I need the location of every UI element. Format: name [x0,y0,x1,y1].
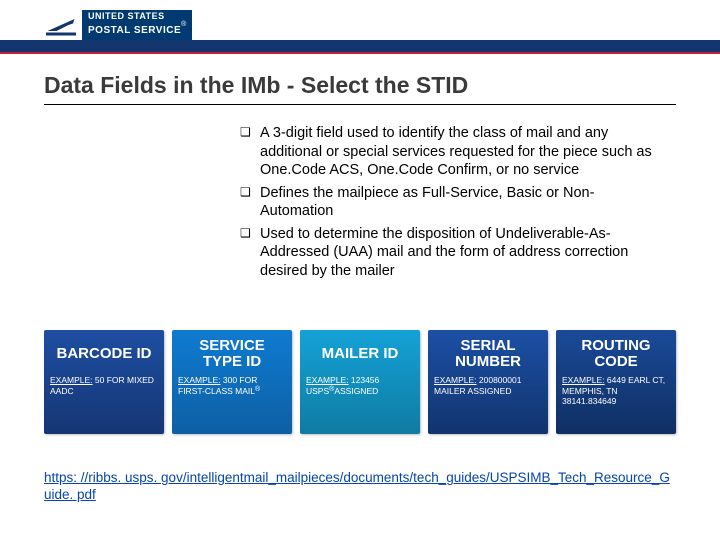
card-title: ROUTING CODE [562,336,670,371]
card-title: SERVICE TYPE ID [178,336,286,371]
card-example: EXAMPLE: 123456 USPS®ASSIGNED [306,375,414,396]
header: UNITED STATES POSTAL SERVICE® [0,0,720,48]
card-title: BARCODE ID [50,336,158,371]
page-title: Data Fields in the IMb - Select the STID [44,72,676,99]
registered-icon: ® [181,21,186,28]
usps-logo: UNITED STATES POSTAL SERVICE® [46,10,192,40]
slide: UNITED STATES POSTAL SERVICE® Data Field… [0,0,720,540]
card-mailer-id: MAILER ID EXAMPLE: 123456 USPS®ASSIGNED [300,330,420,434]
registered-icon: ® [255,386,260,393]
card-example: EXAMPLE: 6449 EARL CT, MEMPHIS, TN 38141… [562,375,670,407]
bullet-item: Defines the mailpiece as Full-Service, B… [240,184,664,221]
eagle-icon [46,14,76,36]
logo-line1: UNITED STATES [88,12,186,21]
bullet-item: A 3-digit field used to identify the cla… [240,124,664,180]
card-title: MAILER ID [306,336,414,371]
bullet-list: A 3-digit field used to identify the cla… [240,124,664,284]
card-routing-code: ROUTING CODE EXAMPLE: 6449 EARL CT, MEMP… [556,330,676,434]
cards-row: BARCODE ID EXAMPLE: 50 FOR MIXED AADC SE… [44,330,676,434]
card-serial-number: SERIAL NUMBER EXAMPLE: 200800001 MAILER … [428,330,548,434]
card-example: EXAMPLE: 50 FOR MIXED AADC [50,375,158,396]
card-barcode-id: BARCODE ID EXAMPLE: 50 FOR MIXED AADC [44,330,164,434]
logo-text: UNITED STATES POSTAL SERVICE® [82,10,192,40]
logo-line2: POSTAL SERVICE [88,25,181,36]
bullet-item: Used to determine the disposition of Und… [240,225,664,281]
title-rule [44,104,676,105]
header-blue-bar [0,40,720,52]
footer-link: https: //ribbs. usps. gov/intelligentmai… [44,470,676,504]
card-example: EXAMPLE: 200800001 MAILER ASSIGNED [434,375,542,396]
resource-guide-link[interactable]: https: //ribbs. usps. gov/intelligentmai… [44,470,670,502]
card-example: EXAMPLE: 300 FOR FIRST-CLASS MAIL® [178,375,286,396]
header-red-line [0,52,720,54]
card-title: SERIAL NUMBER [434,336,542,371]
card-service-type-id: SERVICE TYPE ID EXAMPLE: 300 FOR FIRST-C… [172,330,292,434]
